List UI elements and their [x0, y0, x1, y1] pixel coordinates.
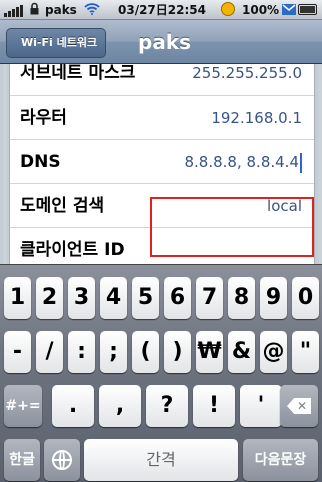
settings-table-area: 서브네트 마스크 255.255.255.0 라우터 192.168.0.1 D… [0, 64, 322, 264]
key[interactable]: ' [240, 385, 282, 427]
highlight-box [150, 197, 314, 257]
key[interactable]: , [99, 385, 141, 427]
return-key[interactable]: 다음문장 [243, 439, 318, 481]
wifi-icon [84, 3, 100, 18]
key[interactable]: 3 [68, 277, 95, 319]
globe-icon [52, 450, 72, 470]
row-value: 255.255.255.0 [192, 64, 302, 82]
carrier-name: paks [45, 3, 77, 17]
navigation-bar: Wi-Fi 네트워크 paks [0, 20, 322, 64]
status-time: 03/27日22:54 [118, 3, 206, 17]
row-label: 라우터 [20, 108, 67, 128]
language-key[interactable]: 한글 [4, 439, 40, 481]
key[interactable]: ! [193, 385, 235, 427]
key[interactable]: 5 [132, 277, 159, 319]
row-label: 도메인 검색 [20, 196, 105, 216]
key[interactable]: ₩ [196, 331, 223, 373]
key[interactable]: . [52, 385, 94, 427]
subnet-mask-row[interactable]: 서브네트 마스크 255.255.255.0 [10, 64, 314, 95]
keyboard: 1 2 3 4 5 6 7 8 9 0 - / : ; ( ) ₩ & @ " … [0, 264, 322, 482]
globe-key[interactable] [44, 439, 80, 481]
space-key[interactable]: 간격 [84, 439, 238, 481]
status-bar: paks 03/27日22:54 100% [0, 0, 322, 20]
router-row[interactable]: 라우터 192.168.0.1 [10, 95, 314, 139]
key[interactable]: 2 [36, 277, 63, 319]
key[interactable]: 7 [196, 277, 223, 319]
row-label: 서브네트 마스크 [20, 64, 136, 83]
row-label: DNS [20, 152, 61, 172]
back-button[interactable]: Wi-Fi 네트워크 [6, 28, 107, 58]
dns-input[interactable]: 8.8.8.8, 8.8.4.4 [184, 140, 302, 184]
key[interactable]: 0 [292, 277, 319, 319]
mail-notification-icon [282, 4, 296, 15]
key[interactable]: ? [146, 385, 188, 427]
dns-row[interactable]: DNS 8.8.8.8, 8.8.4.4 [10, 139, 314, 183]
dns-value: 8.8.8.8, 8.8.4.4 [184, 153, 300, 171]
symbols-shift-key[interactable]: #+= [4, 385, 42, 427]
key[interactable]: & [228, 331, 255, 373]
lock-icon [30, 2, 39, 15]
row-value: 192.168.0.1 [211, 109, 302, 127]
key[interactable]: ; [100, 331, 127, 373]
backspace-icon: ✕ [287, 398, 311, 414]
key[interactable]: 6 [164, 277, 191, 319]
smiley-notification-icon [221, 2, 235, 16]
key[interactable]: 8 [228, 277, 255, 319]
key[interactable]: / [36, 331, 63, 373]
key[interactable]: @ [260, 331, 287, 373]
page-title: paks [138, 30, 192, 54]
key[interactable]: - [4, 331, 31, 373]
screen: paks 03/27日22:54 100% Wi-Fi 네트워크 paks 서브… [0, 0, 322, 482]
backspace-key[interactable]: ✕ [280, 385, 318, 427]
row-label: 클라이언트 ID [20, 240, 125, 260]
key[interactable]: 4 [100, 277, 127, 319]
battery-icon [298, 4, 317, 15]
key[interactable]: 1 [4, 277, 31, 319]
key[interactable]: ( [132, 331, 159, 373]
battery-percent: 100% [242, 3, 280, 17]
key[interactable]: 9 [260, 277, 287, 319]
signal-strength-icon [4, 3, 24, 17]
key[interactable]: : [68, 331, 95, 373]
key[interactable]: " [292, 331, 319, 373]
key[interactable]: ) [164, 331, 191, 373]
text-cursor [300, 152, 302, 173]
